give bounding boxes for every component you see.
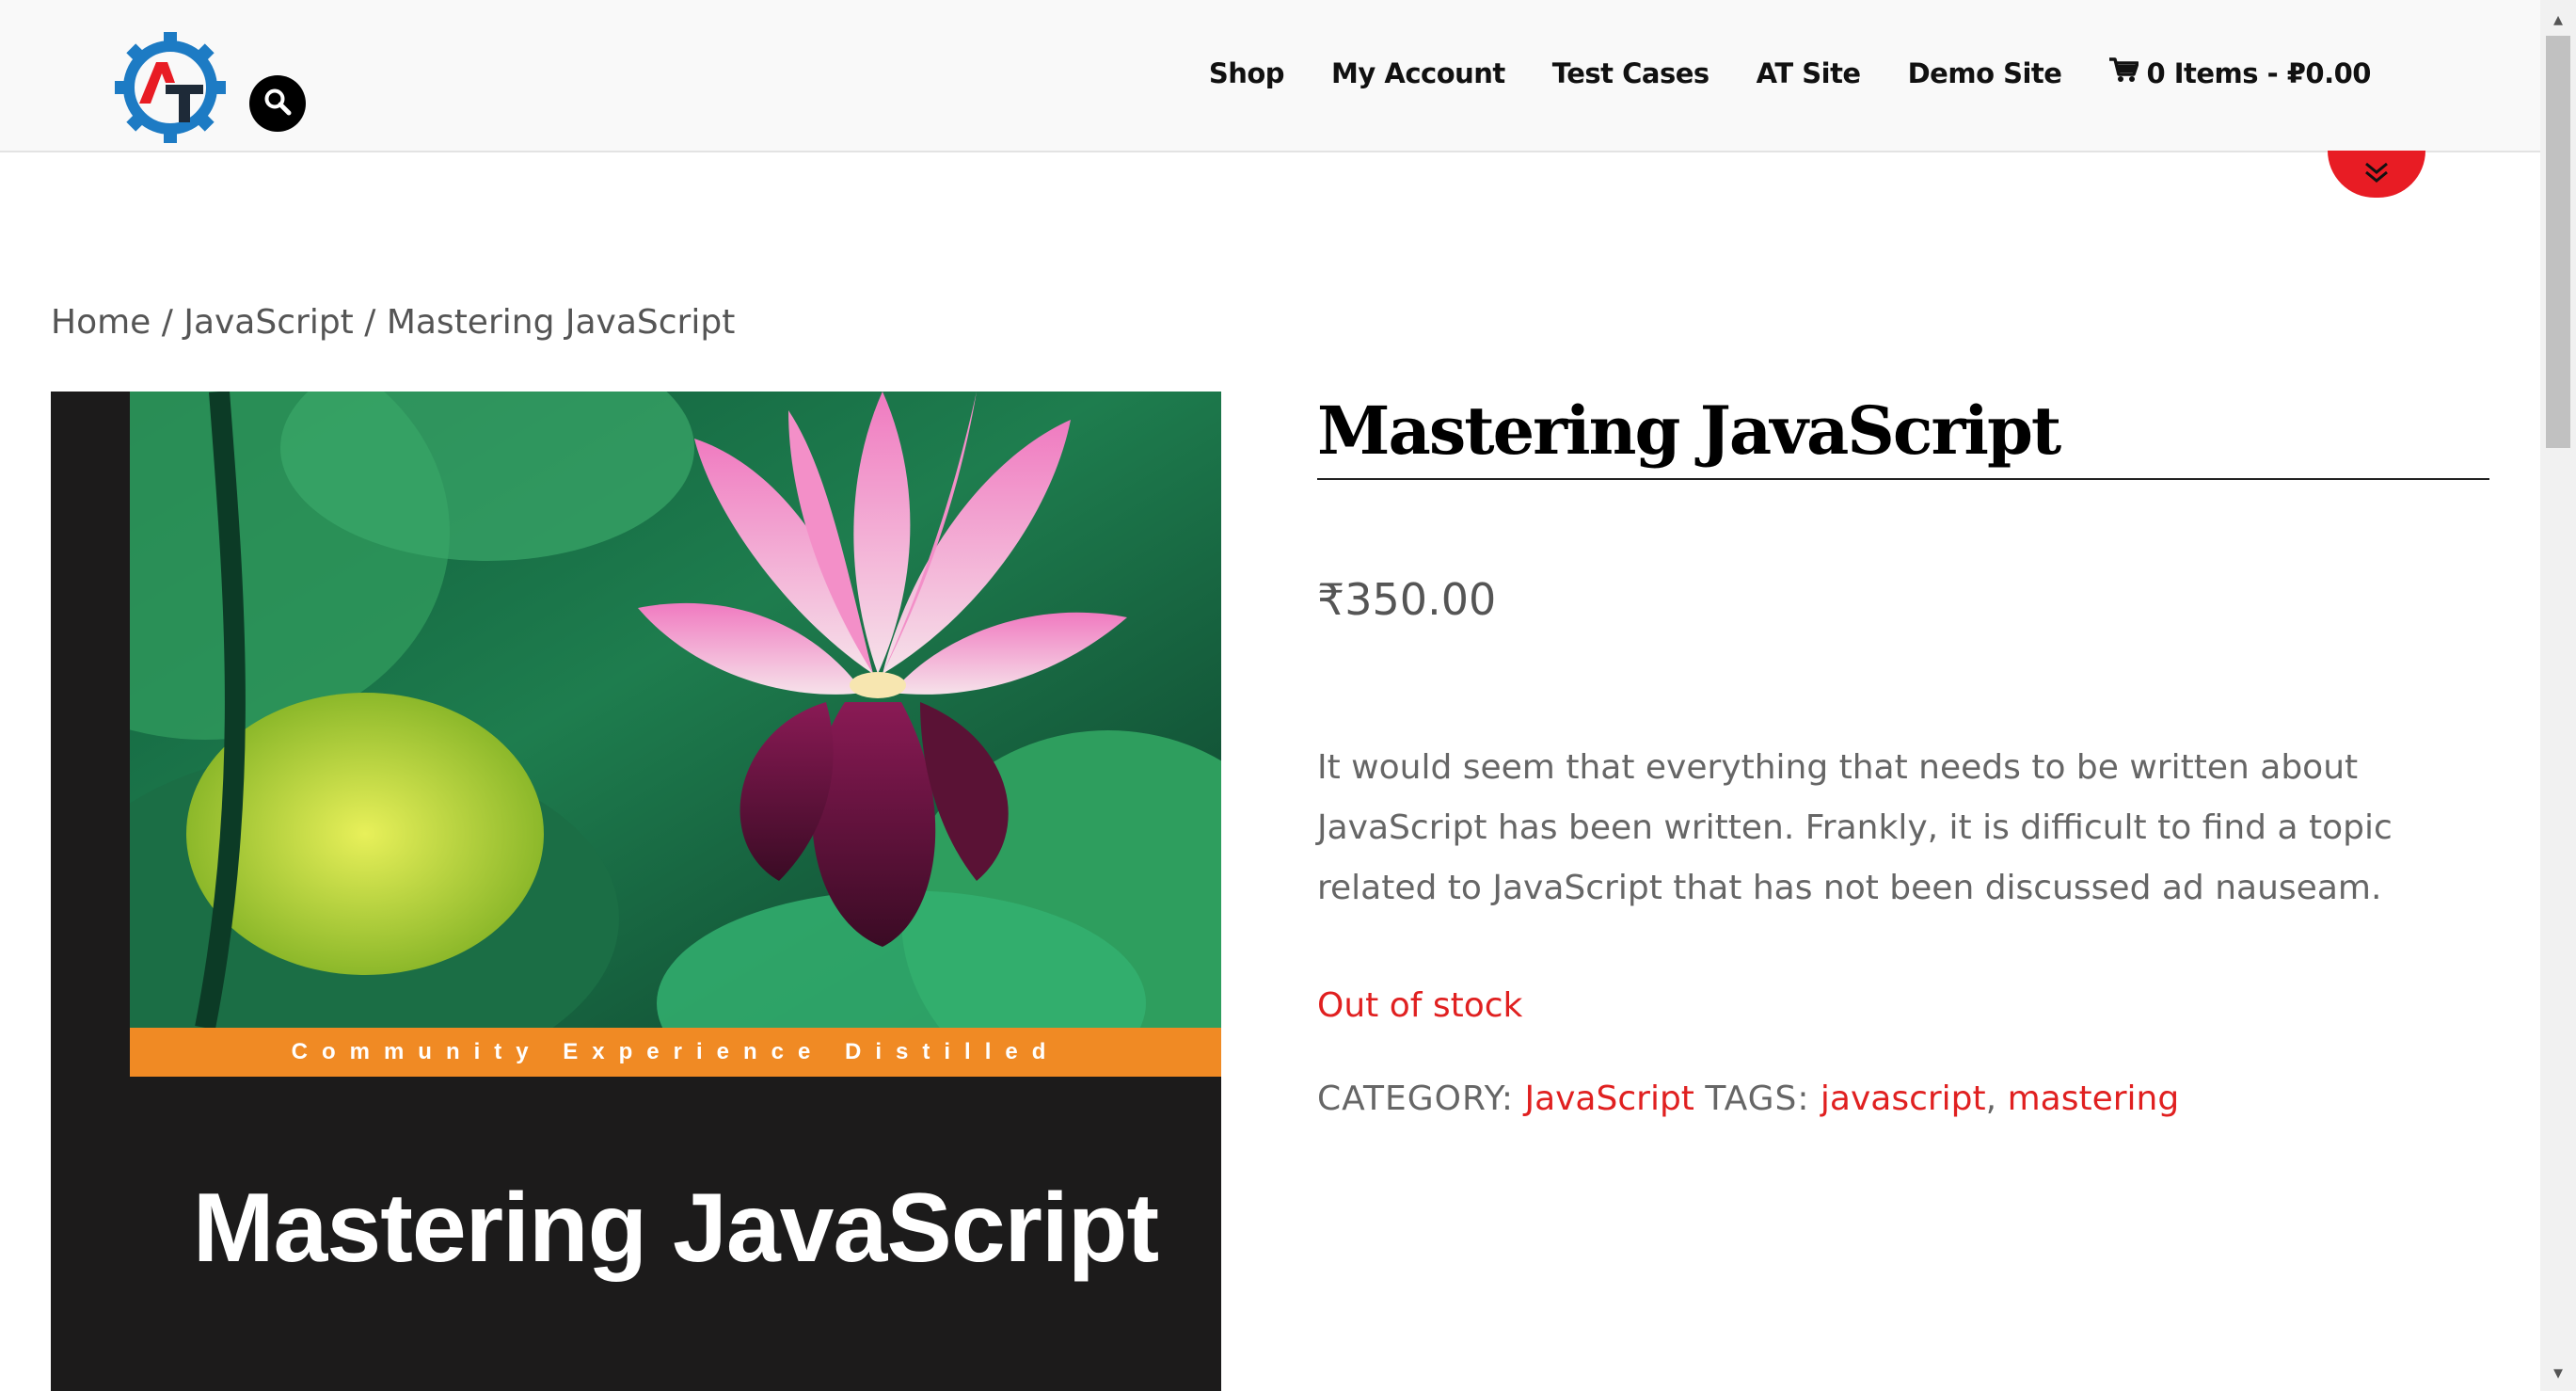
scroll-up-arrow-icon[interactable]: ▴: [2540, 8, 2576, 32]
product-price: ₹350.00: [1317, 574, 1497, 625]
site-header: Shop My Account Test Cases AT Site Demo …: [0, 0, 2540, 152]
cover-band: Community Experience Distilled: [130, 1028, 1221, 1077]
tag-link-javascript[interactable]: javascript: [1821, 1079, 1986, 1118]
cart-link[interactable]: 0 Items - ₽0.00: [2108, 56, 2371, 89]
tag-separator: ,: [1985, 1079, 1997, 1118]
product-description: It would seem that everything that needs…: [1317, 748, 2393, 907]
site-logo[interactable]: [113, 30, 228, 145]
nav-at-site[interactable]: AT Site: [1757, 57, 1861, 89]
product-meta: CATEGORY: JavaScript TAGS: javascript, m…: [1317, 1079, 2489, 1118]
search-icon: [263, 88, 292, 120]
breadcrumb-current: Mastering JavaScript: [386, 303, 736, 342]
cart-summary: 0 Items - ₽0.00: [2146, 56, 2371, 89]
nav-shop[interactable]: Shop: [1209, 57, 1285, 89]
breadcrumb: Home / JavaScript / Mastering JavaScript: [51, 303, 735, 342]
main-nav: Shop My Account Test Cases AT Site Demo …: [1162, 56, 2372, 89]
category-label: CATEGORY:: [1317, 1079, 1514, 1118]
product-title: Mastering JavaScript: [1317, 392, 2489, 480]
breadcrumb-home[interactable]: Home: [51, 303, 151, 342]
cover-lotus-photo: [130, 392, 1221, 1028]
chevron-double-down-icon: [2362, 160, 2391, 189]
nav-test-cases[interactable]: Test Cases: [1552, 57, 1709, 89]
breadcrumb-category[interactable]: JavaScript: [183, 303, 353, 342]
search-button[interactable]: [249, 75, 306, 132]
cart-icon: [2108, 56, 2146, 89]
scroll-down-button[interactable]: [2328, 151, 2425, 198]
product-image[interactable]: Community Experience Distilled Mastering…: [51, 392, 1221, 1391]
scrollbar-thumb[interactable]: [2546, 36, 2570, 448]
scroll-down-arrow-icon[interactable]: ▾: [2540, 1361, 2576, 1385]
stock-status: Out of stock: [1317, 986, 1523, 1025]
product-summary: Mastering JavaScript ₹350.00 It would se…: [1317, 392, 2489, 1118]
tags-label: TAGS:: [1705, 1079, 1810, 1118]
breadcrumb-separator: /: [151, 303, 184, 342]
tag-link-mastering[interactable]: mastering: [2008, 1079, 2180, 1118]
breadcrumb-separator: /: [353, 303, 387, 342]
page-scrollbar[interactable]: ▴ ▾: [2540, 0, 2576, 1391]
cover-tagline: Community Experience Distilled: [291, 1039, 1060, 1064]
cover-title: Mastering JavaScript: [192, 1174, 1159, 1283]
category-link[interactable]: JavaScript: [1524, 1079, 1693, 1118]
nav-my-account[interactable]: My Account: [1331, 57, 1505, 89]
nav-demo-site[interactable]: Demo Site: [1908, 57, 2062, 89]
